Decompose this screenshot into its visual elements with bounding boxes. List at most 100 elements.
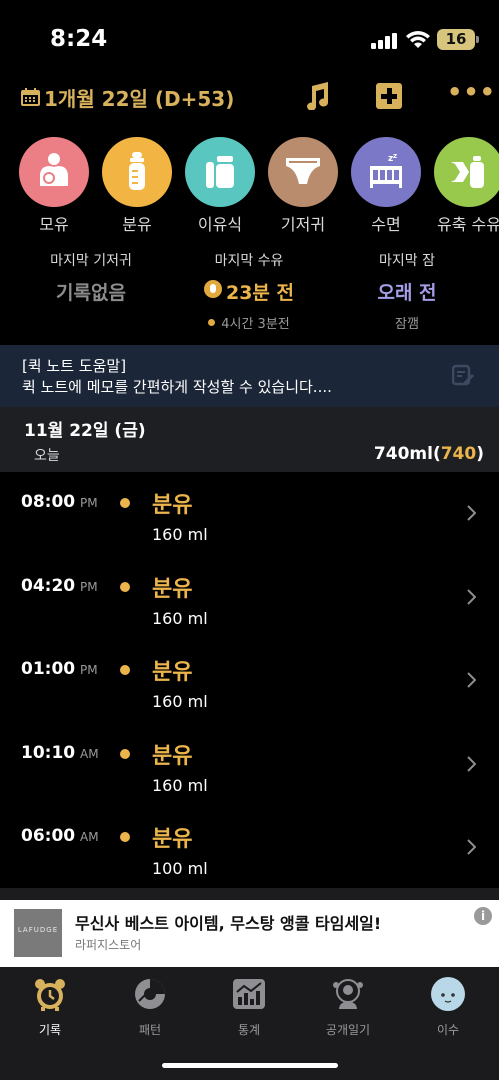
wifi-icon: [406, 31, 430, 48]
category-pump-button[interactable]: 유축 수유: [429, 137, 499, 235]
category-label: 이유식: [197, 215, 243, 234]
last-feeding-sub: 4시간 3분전: [221, 317, 290, 332]
last-sleep-title: 마지막 잠: [379, 253, 435, 269]
record-amount: 160 ml: [152, 608, 208, 628]
cellular-signal-icon: [371, 33, 397, 49]
formula-drop-icon: [203, 280, 222, 298]
tab-stats[interactable]: 통계: [204, 977, 294, 1038]
ad-title: 무신사 베스트 아이템, 무스탕 앵콜 타임세일!: [75, 914, 382, 933]
record-type: 분유: [152, 576, 193, 602]
record-time: 10:10: [21, 742, 76, 763]
category-label: 분유: [122, 215, 152, 234]
tab-public-diary[interactable]: 공개일기: [303, 977, 393, 1038]
record-dot-icon: [120, 832, 130, 842]
record-type: 분유: [152, 660, 193, 685]
tab-baby-profile[interactable]: 이수: [403, 977, 493, 1038]
day-total-volume: 740ml: [373, 444, 433, 464]
ad-banner[interactable]: LAFUDGE 무신사 베스트 아이템, 무스탕 앵콜 타임세일! 라퍼지스토어…: [0, 900, 499, 967]
status-dot-icon: [208, 319, 216, 326]
tab-label: 패턴: [138, 1023, 162, 1037]
record-ampm: AM: [80, 746, 99, 761]
music-note-icon[interactable]: [304, 82, 330, 110]
tab-label: 이수: [436, 1023, 460, 1037]
last-sleep-value: 오래 전: [377, 282, 437, 304]
category-breastfeed-button[interactable]: 모유: [14, 137, 94, 235]
category-diaper-button[interactable]: 기저귀: [263, 137, 343, 235]
chevron-right-icon: [467, 839, 476, 855]
record-dot-icon: [120, 581, 130, 592]
tab-label: 통계: [237, 1023, 261, 1037]
svg-text:z: z: [393, 152, 397, 160]
chevron-right-icon: [467, 505, 476, 521]
last-sleep[interactable]: 마지막 잠 오래 전 잠깸: [324, 250, 490, 332]
record-ampm: AM: [80, 830, 99, 844]
day-total-count: 740: [440, 444, 477, 464]
day-total: 740ml(740): [373, 444, 484, 464]
battery-indicator: 16: [437, 29, 479, 50]
chevron-right-icon: [467, 755, 476, 772]
ad-info-icon[interactable]: i: [474, 907, 492, 925]
category-label: 수면: [371, 215, 401, 234]
record-ampm: PM: [80, 663, 98, 677]
day-summary-header: 11월 22일 (금) 오늘 740ml(740): [0, 407, 499, 472]
category-sleep-button[interactable]: z z 수면: [346, 137, 426, 235]
record-amount: 100 ml: [152, 859, 208, 878]
record-ampm: PM: [80, 579, 98, 594]
record-row[interactable]: 04:20 PM 분유 160 ml: [0, 557, 499, 640]
day-today-label: 오늘: [34, 448, 60, 464]
record-row[interactable]: 01:00 PM 분유 160 ml: [0, 640, 499, 723]
pattern-chart-icon: [135, 979, 165, 1009]
chevron-right-icon: [467, 672, 476, 688]
tab-record[interactable]: 기록: [5, 977, 95, 1038]
last-sleep-sub: 잠깸: [395, 317, 419, 332]
status-bar: 8:24 16: [0, 0, 499, 80]
tab-label: 기록: [38, 1023, 62, 1037]
alarm-clock-icon: [35, 979, 65, 1011]
last-feeding[interactable]: 마지막 수유 23분 전 4시간 3분전: [166, 250, 332, 332]
category-bar: 모유 분유 이유식 기저귀 z z 수면 유축 수유: [0, 137, 499, 237]
last-activity-summary: 마지막 기저귀 기록없음 마지막 수유 23분 전 4시간 3분전 마지막 잠 …: [0, 250, 499, 332]
record-dot-icon: [120, 665, 130, 675]
diaper-icon: [286, 158, 320, 184]
record-time: 06:00: [21, 826, 76, 846]
tab-label: 공개일기: [325, 1023, 371, 1037]
record-row[interactable]: 10:10 AM 분유 160 ml: [0, 724, 499, 807]
top-header: 1개월 22일 (D+53) •••: [0, 78, 499, 118]
quick-note-body: 퀵 노트에 메모를 간편하게 작성할 수 있습니다....: [22, 378, 332, 396]
last-feeding-value: 23분 전: [225, 282, 294, 304]
category-label: 유축 수유: [437, 215, 499, 234]
more-options-icon[interactable]: •••: [447, 78, 496, 106]
record-row[interactable]: 06:00 AM 분유 100 ml: [0, 807, 499, 890]
crib-icon: z z: [370, 152, 402, 188]
edit-note-icon[interactable]: [452, 364, 474, 386]
last-diaper-value: 기록없음: [56, 282, 126, 304]
quick-note-title: [퀵 노트 도움말]: [22, 357, 127, 375]
day-date: 11월 22일 (금): [24, 421, 146, 441]
record-type: 분유: [152, 743, 193, 769]
quick-note-banner[interactable]: [퀵 노트 도움말] 퀵 노트에 메모를 간편하게 작성할 수 있습니다....: [0, 345, 499, 407]
category-label: 기저귀: [280, 215, 326, 234]
home-indicator: [162, 1063, 338, 1068]
category-formula-button[interactable]: 분유: [97, 137, 177, 235]
pump-bottle-icon: [451, 156, 484, 188]
record-type: 분유: [152, 493, 193, 518]
stats-chart-icon: [233, 979, 265, 1009]
public-diary-icon: [333, 979, 363, 1009]
record-time: 04:20: [21, 575, 76, 596]
record-amount: 160 ml: [152, 775, 208, 795]
bottle-icon: [129, 152, 145, 190]
calendar-icon[interactable]: [21, 88, 40, 106]
record-row[interactable]: 08:00 PM 분유 160 ml: [0, 473, 499, 556]
ad-logo: LAFUDGE: [14, 909, 62, 957]
last-diaper[interactable]: 마지막 기저귀 기록없음: [8, 250, 174, 305]
tab-pattern[interactable]: 패턴: [105, 977, 195, 1038]
record-dot-icon: [120, 748, 130, 759]
category-baby-food-button[interactable]: 이유식: [180, 137, 260, 235]
record-time: 08:00: [21, 492, 76, 512]
record-ampm: PM: [80, 496, 98, 510]
status-time: 8:24: [50, 26, 108, 52]
chevron-right-icon: [467, 588, 476, 605]
add-record-icon[interactable]: [376, 83, 402, 109]
baby-age-date[interactable]: 1개월 22일 (D+53): [44, 83, 234, 112]
record-type: 분유: [152, 827, 193, 852]
